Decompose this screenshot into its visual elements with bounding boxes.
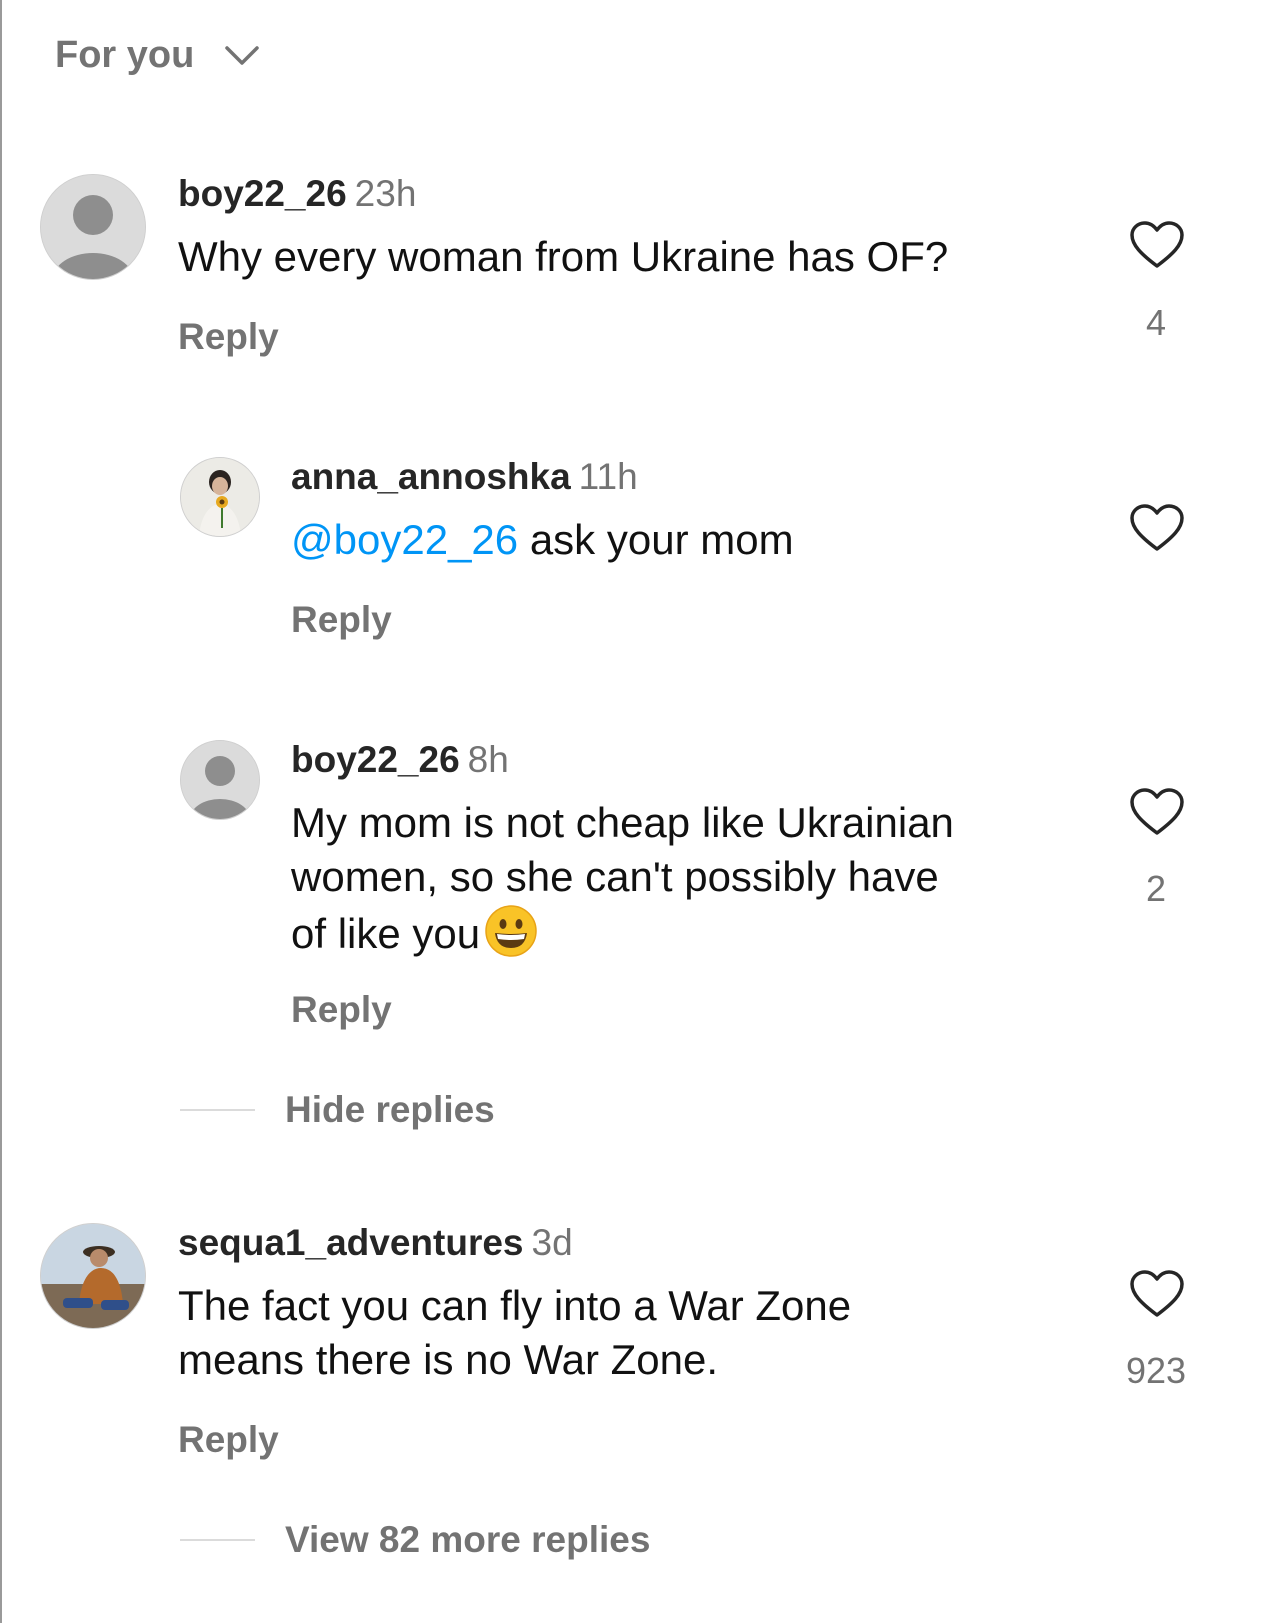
like-count: 4 (1145, 302, 1167, 343)
profile-photo (41, 1224, 145, 1328)
comment-text-line: means there is no War Zone. (178, 1336, 719, 1383)
comment-text: Why every woman from Ukraine has OF? (178, 233, 949, 280)
heart-icon (1130, 1270, 1184, 1317)
reply-button[interactable]: Reply (291, 599, 392, 641)
comment-text-body: ask your mom (518, 516, 794, 563)
mention-link[interactable]: @boy22_26 (291, 516, 518, 563)
comment-time: 3d (531, 1222, 573, 1263)
view-more-replies-label: View 82 more replies (285, 1519, 651, 1560)
comment-meta: sequa1_adventures 3d (178, 1222, 573, 1264)
thread-divider (180, 1109, 255, 1111)
comment-username[interactable]: boy22_26 (178, 173, 347, 214)
comment-text: My mom is not cheap like Ukrainian women… (291, 796, 954, 971)
comment-text-line: My mom is not cheap like Ukrainian (291, 799, 954, 846)
comment-text-line: The fact you can fly into a War Zone (178, 1282, 852, 1329)
reply-button[interactable]: Reply (178, 316, 279, 358)
avatar-sequa1[interactable] (40, 1223, 146, 1329)
left-border (0, 0, 2, 1623)
avatar-default[interactable] (40, 174, 146, 280)
reply-button[interactable]: Reply (291, 989, 392, 1031)
comment-username[interactable]: boy22_26 (291, 739, 460, 780)
profile-photo (181, 458, 259, 536)
comment-text: The fact you can fly into a War Zone mea… (178, 1279, 851, 1387)
comment-text-line-last: of like you (291, 904, 954, 971)
reply-button[interactable]: Reply (178, 1419, 279, 1461)
default-user-icon (41, 175, 145, 279)
avatar-default[interactable] (180, 740, 260, 820)
sort-filter-label: For you (55, 34, 195, 76)
chevron-down-icon (224, 45, 260, 67)
like-button[interactable] (1129, 1269, 1189, 1324)
comment-meta: boy22_26 23h (178, 173, 416, 215)
comment-text: @boy22_26 ask your mom (291, 513, 794, 567)
like-button[interactable] (1129, 787, 1189, 842)
avatar-anna[interactable] (180, 457, 260, 537)
comment-time: 8h (467, 739, 509, 780)
comment-meta: boy22_26 8h (291, 739, 509, 781)
default-user-icon (181, 741, 259, 819)
comment-meta: anna_annoshka 11h (291, 456, 638, 498)
grinning-face-emoji-icon (484, 904, 538, 971)
comment-username[interactable]: anna_annoshka (291, 456, 571, 497)
comment-text-line: women, so she can't possibly have (291, 853, 939, 900)
hide-replies-button[interactable]: Hide replies (180, 1089, 495, 1131)
like-button[interactable] (1129, 220, 1189, 275)
hide-replies-label: Hide replies (285, 1089, 495, 1130)
heart-icon (1130, 221, 1184, 268)
like-count: 2 (1145, 868, 1167, 909)
sort-filter-dropdown[interactable]: For you (55, 34, 260, 77)
comment-time: 11h (578, 456, 638, 497)
comment-username[interactable]: sequa1_adventures (178, 1222, 524, 1263)
thread-divider (180, 1539, 255, 1541)
like-count: 923 (1125, 1350, 1187, 1391)
comment-text-line: of like you (291, 910, 481, 957)
comment-time: 23h (354, 173, 417, 214)
view-more-replies-button[interactable]: View 82 more replies (180, 1519, 650, 1561)
like-button[interactable] (1129, 503, 1189, 558)
heart-icon (1130, 504, 1184, 551)
heart-icon (1130, 788, 1184, 835)
